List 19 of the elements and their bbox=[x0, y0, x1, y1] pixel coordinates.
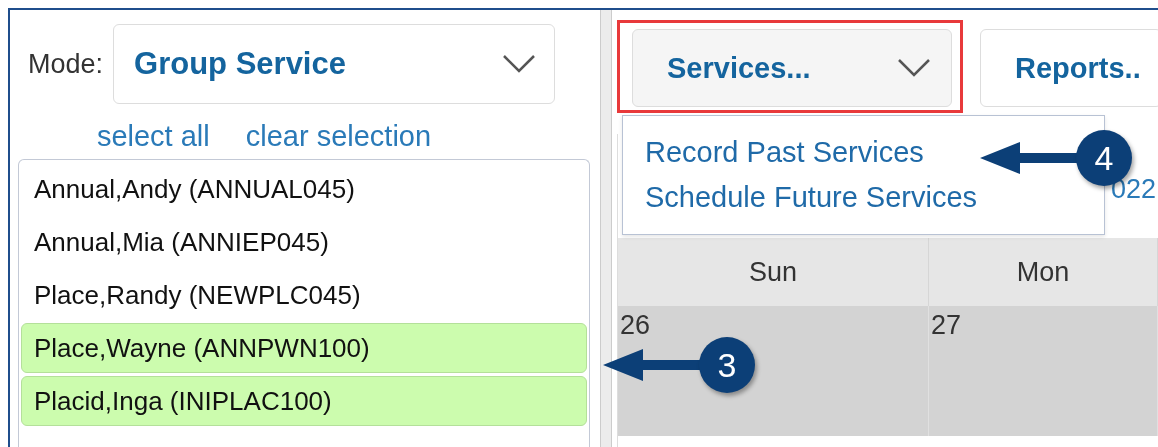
chevron-down-icon bbox=[502, 54, 537, 74]
menu-item[interactable]: Schedule Future Services bbox=[623, 175, 1000, 220]
panel-splitter[interactable] bbox=[600, 10, 612, 447]
toolbar-dropdown-button[interactable]: Services... bbox=[632, 29, 952, 107]
client-item[interactable]: Annual,Mia (ANNIEP045) bbox=[21, 217, 587, 267]
calendar-day-cell[interactable]: 27 bbox=[929, 306, 1158, 436]
client-item[interactable]: Placid,Inga (INIPLAC100) bbox=[21, 376, 587, 426]
mode-select[interactable]: Group Service bbox=[113, 24, 556, 104]
day-header: Mon bbox=[929, 238, 1158, 306]
selection-link[interactable]: clear selection bbox=[245, 120, 432, 153]
client-item[interactable]: Place,Wayne (ANNPWN100) bbox=[21, 323, 587, 373]
mode-label: Mode: bbox=[28, 48, 104, 80]
client-item[interactable]: Annual,Andy (ANNUAL045) bbox=[21, 164, 587, 214]
chevron-down-icon bbox=[897, 58, 931, 78]
day-header: Sun bbox=[618, 238, 929, 306]
menu-item[interactable]: Record Past Services bbox=[623, 130, 946, 175]
client-item[interactable]: Place,Randy (NEWPLC045) bbox=[21, 270, 587, 320]
selection-link[interactable]: select all bbox=[96, 120, 210, 153]
toolbar-dropdown-button[interactable]: Reports.. bbox=[980, 29, 1158, 107]
